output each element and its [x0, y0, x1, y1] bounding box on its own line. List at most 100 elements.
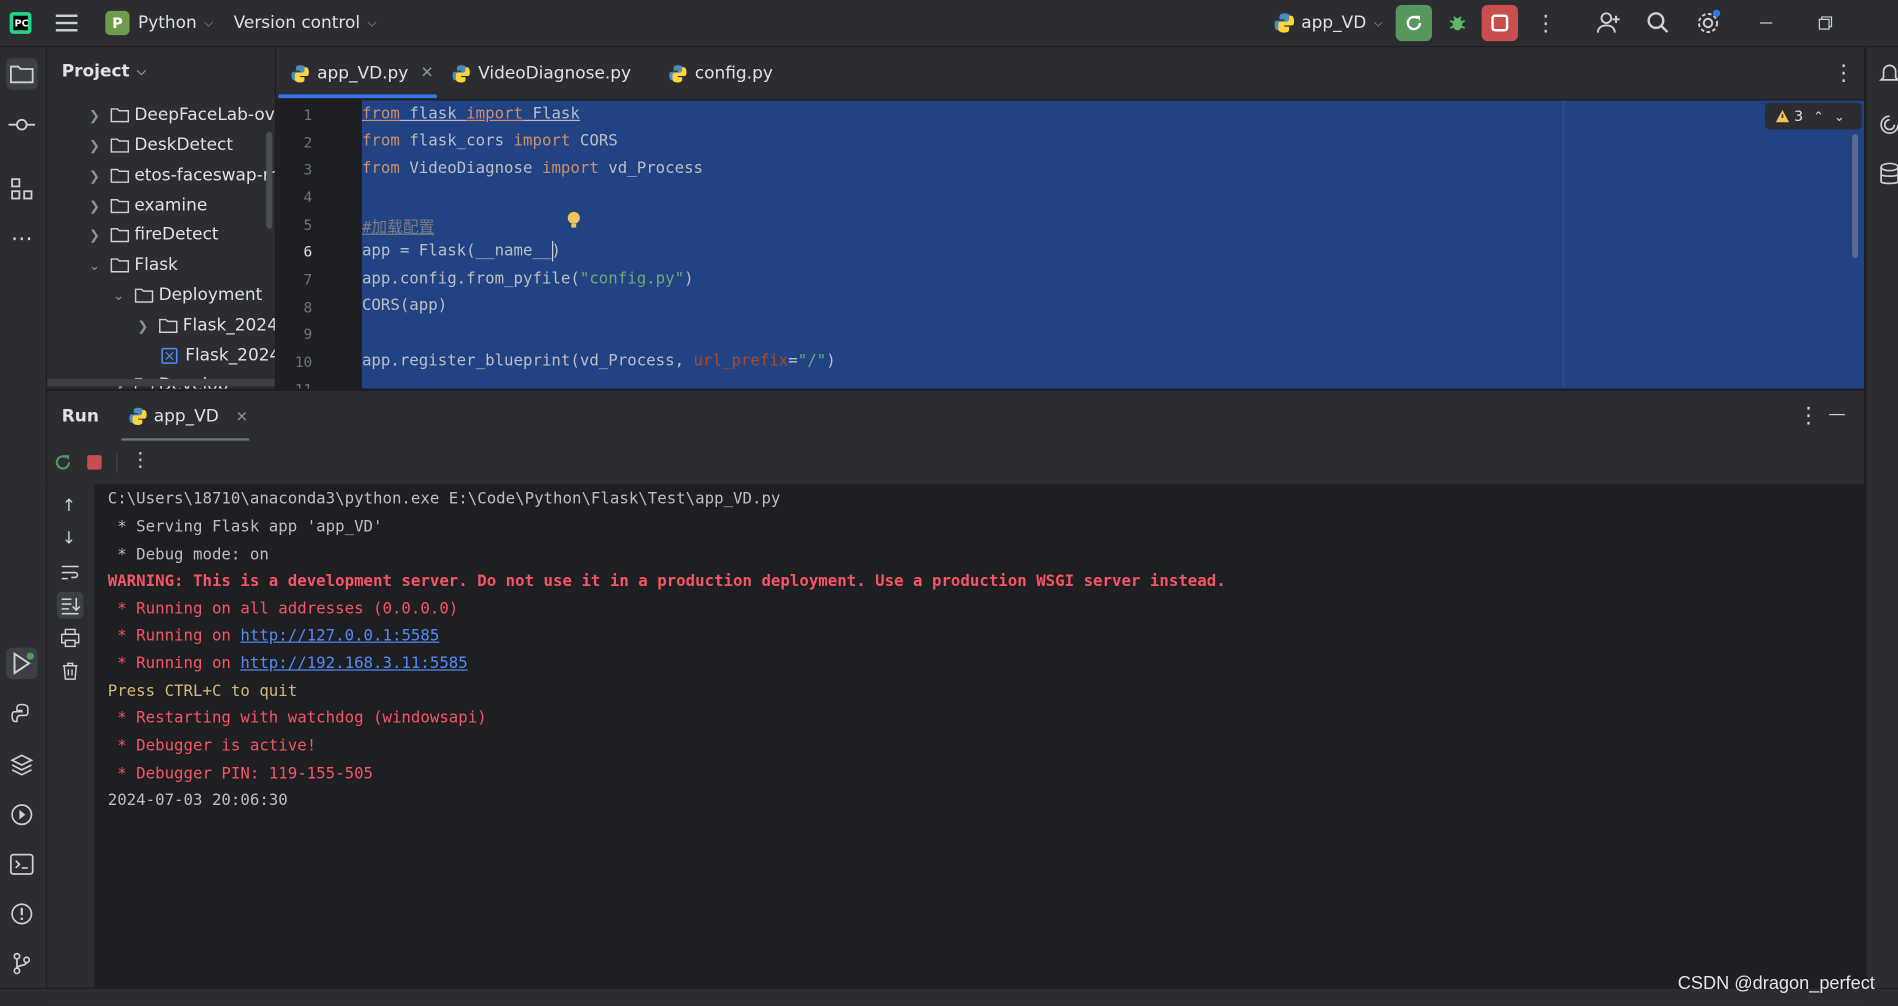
console-output[interactable]: C:\Users\18710\anaconda3\python.exe E:\C… — [94, 484, 1865, 988]
project-scrollbar[interactable] — [266, 131, 273, 229]
hide-panel-icon[interactable] — [1829, 413, 1845, 416]
tab-run-app-vd[interactable]: app_VD ✕ — [128, 391, 248, 442]
close-icon[interactable]: ✕ — [236, 408, 248, 425]
project-tool-folder-icon[interactable] — [6, 58, 38, 90]
tree-item-label: Flask_20240 — [182, 315, 275, 336]
project-selector[interactable]: P Python ⌵ — [105, 0, 213, 46]
tree-item-folder[interactable]: ❯ fireDetect — [47, 220, 275, 249]
string-literal: "config.py" — [579, 269, 685, 289]
line-number-gutter: 1 2 3 4 5 6 7 8 9 10 11 — [275, 100, 361, 389]
project-panel-header[interactable]: Project ⌵ — [62, 62, 146, 81]
code-editor[interactable]: 1 2 3 4 5 6 7 8 9 10 11 from flask impor… — [275, 100, 1865, 389]
status-bar — [0, 987, 1898, 1006]
rerun-button[interactable] — [1395, 4, 1433, 42]
stop-icon[interactable] — [87, 455, 102, 470]
scroll-to-end-icon[interactable] — [56, 591, 84, 619]
tree-item-folder[interactable]: ❯ DeskDetect — [47, 131, 275, 160]
tab-videodiagnose[interactable]: VideoDiagnose.py — [452, 47, 631, 99]
arrow-down-icon[interactable]: ↓ — [62, 529, 76, 548]
main-menu-icon[interactable] — [55, 0, 80, 46]
line-number: 11 — [295, 381, 312, 388]
stop-button[interactable] — [1481, 4, 1518, 42]
database-icon[interactable] — [1879, 162, 1898, 186]
code-text: ) — [826, 352, 836, 371]
keyword: from — [361, 105, 400, 124]
minimize-window-button[interactable] — [1759, 0, 1774, 46]
project-horizontal-scrollbar[interactable] — [47, 378, 275, 387]
git-branch-icon[interactable] — [6, 948, 37, 979]
soft-wrap-icon[interactable] — [61, 564, 80, 581]
lightbulb-icon[interactable] — [565, 209, 582, 231]
named-parameter: url_prefix — [693, 352, 789, 371]
code-line-2[interactable]: from flask_cors import CORS — [362, 132, 618, 150]
code-line-8[interactable]: CORS(app) — [362, 297, 447, 315]
trash-icon[interactable] — [61, 661, 80, 680]
code-line-7[interactable]: app.config.from_pyfile("config.py") — [362, 270, 694, 288]
arrow-up-icon[interactable]: ↑ — [62, 496, 76, 515]
run-options-icon[interactable]: ⋮ — [1798, 403, 1820, 428]
console-link[interactable]: http://192.168.3.11:5585 — [240, 655, 467, 673]
add-user-icon[interactable] — [1595, 0, 1622, 46]
code-line-1[interactable]: from flask import Flask — [362, 105, 580, 123]
tree-item-file[interactable]: Flask_20240 — [47, 341, 275, 370]
python-packages-layers-icon[interactable] — [6, 749, 37, 780]
ai-assistant-icon[interactable] — [1879, 114, 1898, 136]
tree-item-folder[interactable]: ⌄ Deployment — [47, 281, 275, 310]
search-icon[interactable] — [1646, 0, 1670, 46]
module: VideoDiagnose — [399, 159, 542, 178]
tab-config[interactable]: config.py — [668, 47, 773, 99]
line-number: 9 — [303, 325, 313, 343]
settings-gear-icon[interactable] — [1695, 0, 1722, 46]
import-name: Flask — [523, 105, 580, 124]
code-line-10[interactable]: app.register_blueprint(vd_Process, url_p… — [362, 352, 836, 370]
python-file-icon — [452, 64, 470, 82]
code-line-5[interactable]: #加载配置 — [362, 214, 434, 237]
vcs-selector[interactable]: Version control ⌵ — [234, 0, 377, 46]
debug-button[interactable] — [1439, 5, 1475, 41]
more-tools-icon[interactable]: ⋯ — [6, 223, 37, 254]
tree-item-folder[interactable]: ❯ examine — [47, 191, 275, 220]
python-icon — [1274, 13, 1295, 33]
tab-options-icon[interactable]: ⋮ — [1833, 47, 1855, 99]
code-line-3[interactable]: from VideoDiagnose import vd_Process — [362, 160, 703, 178]
inspection-widget[interactable]: 3 ⌃ ⌄ — [1764, 102, 1862, 130]
print-icon[interactable] — [61, 628, 80, 648]
tree-item-folder[interactable]: ⌄ Flask — [47, 251, 275, 280]
console-line: * Running on http://127.0.0.1:5585 — [108, 627, 439, 645]
console-line: * Debug mode: on — [107, 545, 269, 565]
tree-item-folder[interactable]: ❯ etos-faceswap-ma — [47, 161, 275, 190]
rerun-icon[interactable] — [53, 453, 72, 472]
python-console-icon[interactable] — [6, 698, 37, 729]
more-actions-icon[interactable]: ⋮ — [1535, 0, 1557, 46]
problems-icon[interactable] — [6, 898, 37, 929]
services-icon[interactable] — [6, 799, 37, 830]
editor-scrollbar[interactable] — [1852, 134, 1859, 258]
bug-icon — [1449, 16, 1466, 31]
title-bar: PC P Python ⌵ Version control ⌵ app_VD ⌵… — [0, 0, 1898, 48]
run-tool-icon[interactable] — [6, 647, 38, 680]
more-actions-icon[interactable]: ⋮ — [131, 448, 150, 471]
folder-icon — [110, 199, 130, 214]
file-icon — [161, 347, 178, 364]
app-logo-icon[interactable]: PC — [8, 0, 32, 46]
commit-icon[interactable] — [6, 109, 37, 140]
structure-icon[interactable] — [6, 173, 37, 204]
terminal-icon[interactable] — [6, 849, 37, 880]
right-tool-strip — [1865, 47, 1898, 1006]
close-icon[interactable]: ✕ — [420, 64, 433, 82]
chevron-up-icon[interactable]: ⌃ — [1813, 108, 1824, 124]
tree-item-folder[interactable]: ❯ DeepFaceLab-over — [47, 100, 275, 129]
console-text: * Running on — [107, 654, 241, 674]
folder-icon — [134, 288, 154, 303]
code-line-6[interactable]: app = Flask(__name__) — [362, 242, 561, 260]
console-link[interactable]: http://127.0.0.1:5585 — [240, 627, 439, 645]
restore-window-button[interactable] — [1818, 0, 1833, 46]
chevron-down-icon[interactable]: ⌄ — [1834, 108, 1845, 124]
run-config-selector[interactable]: app_VD ⌵ — [1273, 0, 1383, 46]
tree-item-folder[interactable]: ❯ Flask_20240 — [47, 311, 275, 340]
notifications-bell-icon[interactable] — [1879, 62, 1898, 84]
module: flask_cors — [399, 131, 514, 151]
line-number: 1 — [303, 106, 313, 124]
run-panel-title: Run — [61, 406, 99, 427]
tab-app-vd[interactable]: app_VD.py ✕ — [291, 47, 434, 99]
